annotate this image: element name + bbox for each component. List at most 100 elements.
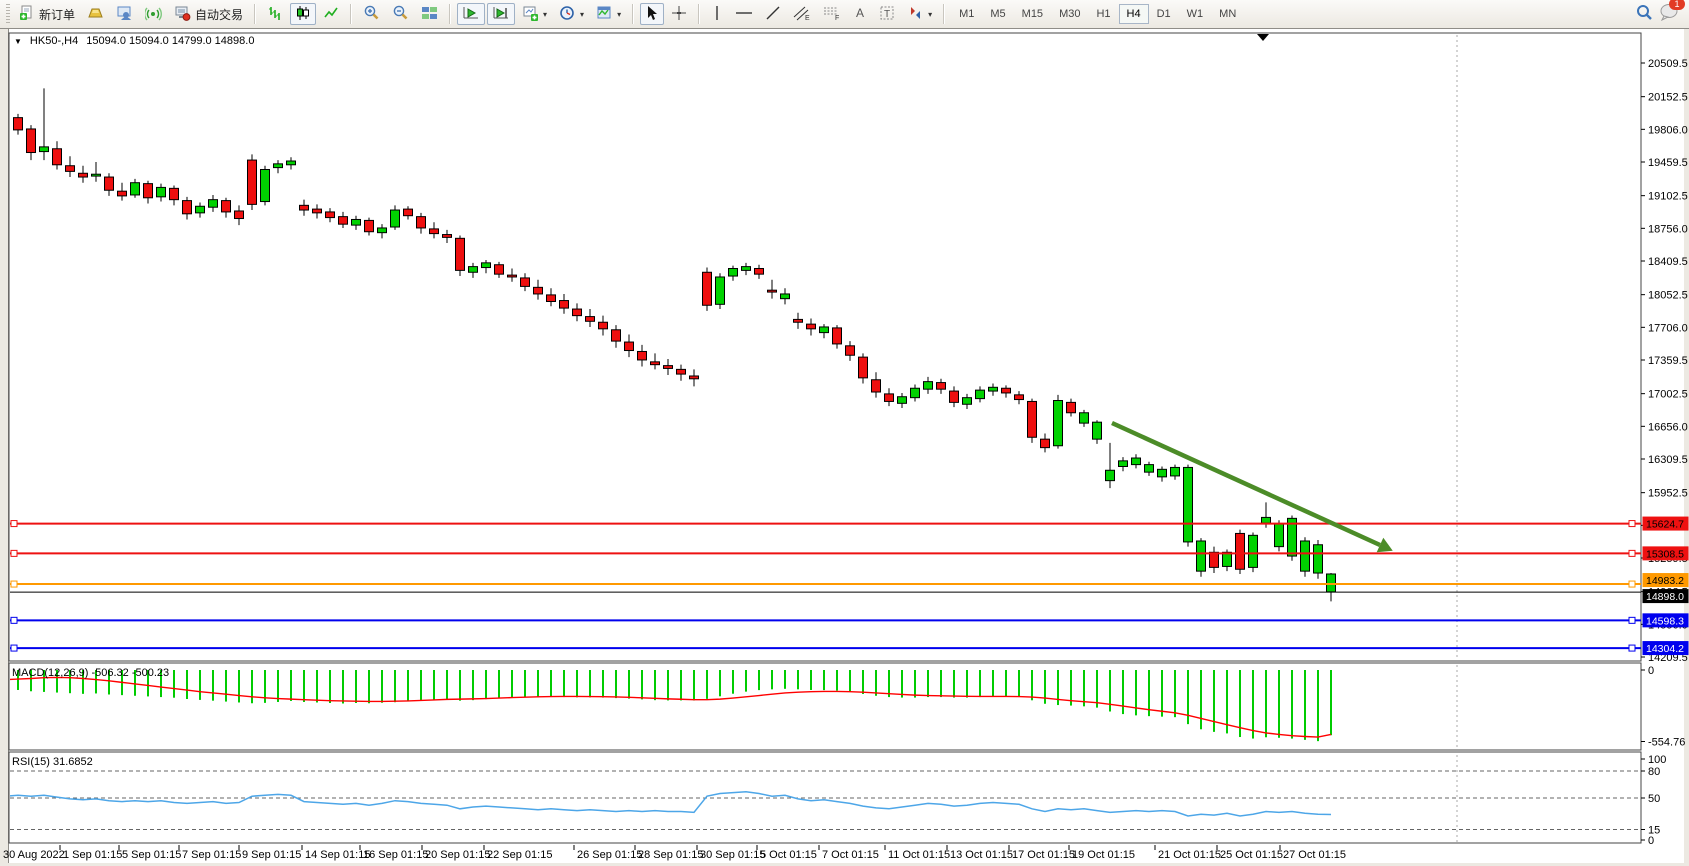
rsi-label: RSI(15) 31.6852 xyxy=(12,756,93,768)
timeframe-M1[interactable]: M1 xyxy=(951,4,982,24)
timeframe-MN[interactable]: MN xyxy=(1211,4,1244,24)
symbol-period-label: HK50-,H4 xyxy=(30,35,78,47)
svg-text:17359.5: 17359.5 xyxy=(1648,355,1688,367)
svg-text:50: 50 xyxy=(1648,793,1660,805)
svg-text:14983.2: 14983.2 xyxy=(1646,575,1684,587)
clock-icon xyxy=(559,5,576,24)
chart-shift-icon xyxy=(492,5,510,24)
dropdown-caret-icon: ▾ xyxy=(928,10,932,19)
templates-button[interactable]: ▾ xyxy=(591,3,626,25)
candlestick-icon xyxy=(295,5,311,24)
line-chart-icon xyxy=(323,5,339,24)
channel-icon: E xyxy=(793,5,811,24)
svg-text:80: 80 xyxy=(1648,766,1660,778)
svg-text:100: 100 xyxy=(1648,754,1666,766)
timeframe-H4[interactable]: H4 xyxy=(1119,4,1149,24)
auto-trading-button[interactable]: 自动交易 xyxy=(169,3,248,25)
svg-text:14 Sep 01:15: 14 Sep 01:15 xyxy=(305,849,370,861)
svg-text:20509.5: 20509.5 xyxy=(1648,58,1688,70)
timeframe-W1[interactable]: W1 xyxy=(1179,4,1212,24)
trendline-icon xyxy=(765,5,781,24)
toolbar-right: 1 xyxy=(1635,3,1685,26)
market-watch-icon xyxy=(116,5,133,24)
svg-text:A: A xyxy=(856,6,864,20)
toolbar-separator xyxy=(632,4,634,24)
chart-shift-button[interactable] xyxy=(487,3,515,25)
macd-label: MACD(12,26,9) -506.32 -500.23 xyxy=(12,667,169,679)
timeframe-M15[interactable]: M15 xyxy=(1014,4,1051,24)
chart-window[interactable]: 20509.520152.519806.019459.519102.518756… xyxy=(0,29,1689,866)
svg-text:15624.7: 15624.7 xyxy=(1646,519,1684,531)
zoom-out-button[interactable] xyxy=(387,3,414,25)
market-watch-button[interactable] xyxy=(111,3,138,25)
timeframe-group: M1M5M15M30H1H4D1W1MN xyxy=(951,4,1244,24)
svg-text:16 Sep 01:15: 16 Sep 01:15 xyxy=(363,849,428,861)
svg-text:16656.0: 16656.0 xyxy=(1648,421,1688,433)
crosshair-icon xyxy=(671,5,687,24)
svg-text:21 Oct 01:15: 21 Oct 01:15 xyxy=(1158,849,1221,861)
svg-text:F: F xyxy=(835,15,839,21)
arrows-tool-button[interactable]: ▾ xyxy=(902,3,937,25)
svg-text:13 Oct 01:15: 13 Oct 01:15 xyxy=(950,849,1013,861)
horizontal-line-tool-button[interactable] xyxy=(730,3,758,25)
horizontal-line-icon xyxy=(735,5,753,24)
periods-button[interactable]: ▾ xyxy=(554,3,589,25)
bar-chart-mode-button[interactable] xyxy=(262,3,288,25)
toolbar-separator xyxy=(449,4,451,24)
svg-text:19 Oct 01:15: 19 Oct 01:15 xyxy=(1072,849,1135,861)
crosshair-tool-button[interactable] xyxy=(666,3,692,25)
search-icon[interactable] xyxy=(1635,3,1653,26)
svg-text:7 Sep 01:15: 7 Sep 01:15 xyxy=(182,849,241,861)
chart-title: ▼ HK50-,H4 15094.0 15094.0 14799.0 14898… xyxy=(14,35,254,47)
chart-canvas[interactable]: 20509.520152.519806.019459.519102.518756… xyxy=(0,29,1689,866)
svg-text:19102.5: 19102.5 xyxy=(1648,191,1688,203)
trendline-tool-button[interactable] xyxy=(760,3,786,25)
timeframe-M5[interactable]: M5 xyxy=(982,4,1013,24)
toolbar: 新订单 自动交易 xyxy=(0,0,1689,29)
svg-text:0: 0 xyxy=(1648,835,1654,847)
fibonacci-tool-button[interactable]: F xyxy=(818,3,846,25)
label-tool-button[interactable]: T xyxy=(874,3,900,25)
text-tool-button[interactable]: A xyxy=(848,3,872,25)
text-icon: A xyxy=(853,5,867,24)
bar-chart-icon xyxy=(267,5,283,24)
candlestick-mode-button[interactable] xyxy=(290,3,316,25)
toolbar-separator xyxy=(350,4,352,24)
zoom-in-button[interactable] xyxy=(358,3,385,25)
svg-text:11 Oct 01:15: 11 Oct 01:15 xyxy=(888,849,950,861)
cursor-icon xyxy=(645,5,659,24)
toolbar-separator xyxy=(698,4,700,24)
signals-button[interactable] xyxy=(140,3,167,25)
svg-text:19459.5: 19459.5 xyxy=(1648,157,1688,169)
svg-text:T: T xyxy=(884,9,890,20)
notification-badge: 1 xyxy=(1669,0,1685,10)
svg-text:15952.5: 15952.5 xyxy=(1648,488,1688,500)
vertical-line-tool-button[interactable] xyxy=(706,3,728,25)
svg-text:17002.5: 17002.5 xyxy=(1648,389,1688,401)
collapse-triangle-icon[interactable]: ▼ xyxy=(14,37,22,46)
svg-text:16309.5: 16309.5 xyxy=(1648,454,1688,466)
signal-icon xyxy=(145,5,162,24)
cursor-tool-button[interactable] xyxy=(640,3,664,25)
line-chart-mode-button[interactable] xyxy=(318,3,344,25)
timeframe-D1[interactable]: D1 xyxy=(1149,4,1179,24)
new-order-icon xyxy=(19,5,35,24)
auto-scroll-button[interactable] xyxy=(457,3,485,25)
timeframe-H1[interactable]: H1 xyxy=(1088,4,1118,24)
timeframe-M30[interactable]: M30 xyxy=(1051,4,1088,24)
svg-text:18409.5: 18409.5 xyxy=(1648,256,1688,268)
svg-text:15308.5: 15308.5 xyxy=(1646,548,1684,560)
tile-windows-button[interactable] xyxy=(416,3,443,25)
notifications-button[interactable]: 1 xyxy=(1659,3,1679,26)
quotes-button[interactable] xyxy=(82,3,109,25)
channel-tool-button[interactable]: E xyxy=(788,3,816,25)
svg-text:30 Aug 2022: 30 Aug 2022 xyxy=(3,849,65,861)
gold-ingot-icon xyxy=(87,5,104,24)
new-chart-button[interactable]: ▾ xyxy=(517,3,552,25)
new-order-button[interactable]: 新订单 xyxy=(14,3,80,25)
toolbar-grip xyxy=(6,4,10,24)
label-icon: T xyxy=(879,5,895,24)
svg-text:14304.2: 14304.2 xyxy=(1646,643,1684,655)
dropdown-caret-icon: ▾ xyxy=(580,10,584,19)
svg-text:20152.5: 20152.5 xyxy=(1648,92,1688,104)
